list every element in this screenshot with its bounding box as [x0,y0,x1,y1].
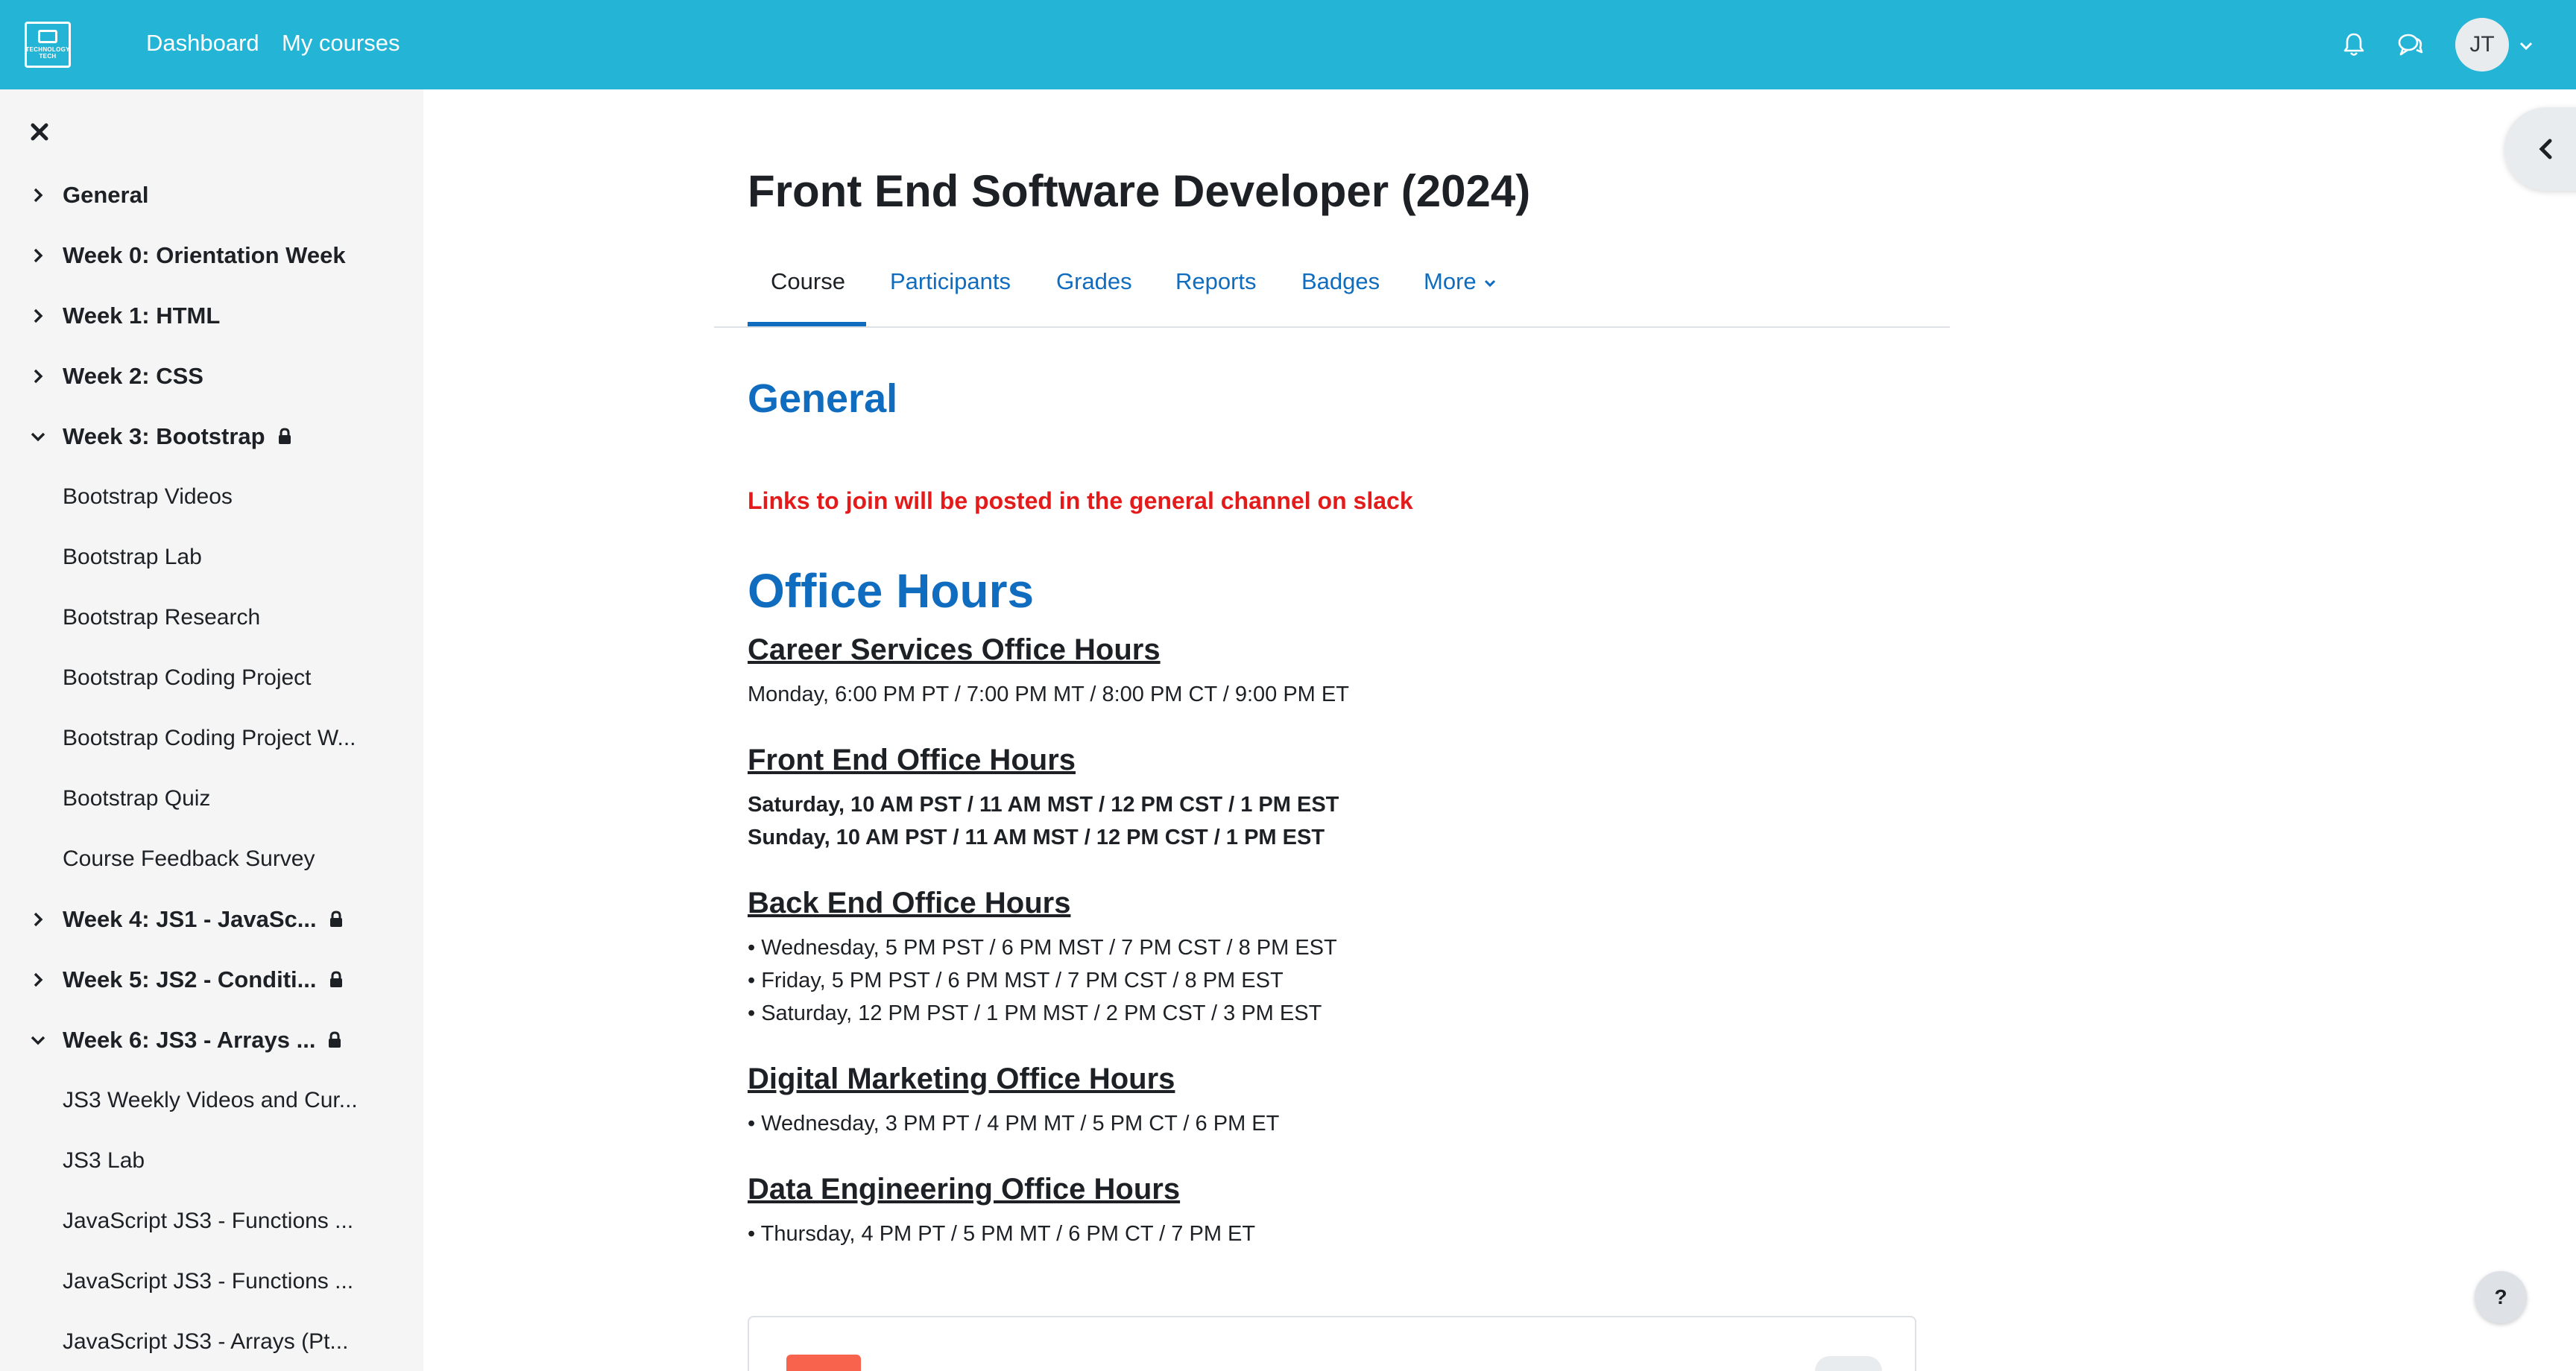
office-hours-time: • Saturday, 12 PM PST / 1 PM MST / 2 PM … [748,1001,1322,1025]
office-hours-subheading: Digital Marketing Office Hours [748,1063,1175,1095]
sidebar-item-label: Bootstrap Lab [63,545,202,569]
lock-icon [278,428,291,444]
page-title: Front End Software Developer (2024) [748,166,1531,216]
activity-item[interactable]: Bootstrap Videos [0,475,423,519]
chevron-down-icon[interactable] [28,427,48,446]
course-index-drawer: General Week 0: Orientation Week Week 1: H… [0,89,423,1371]
tab-participants[interactable]: Participants [890,268,1011,295]
section-item[interactable]: General [0,173,423,218]
activity-item[interactable]: JS3 Weekly Videos and Cur... [0,1078,423,1123]
section-item[interactable]: Week 5: JS2 - Conditi... [0,957,423,1002]
office-hours-time: • Thursday, 4 PM PT / 5 PM MT / 6 PM CT … [748,1222,1256,1246]
chevron-right-icon[interactable] [28,367,48,386]
office-hours-time: Sunday, 10 AM PST / 11 AM MST / 12 PM CS… [748,826,1325,849]
help-button[interactable]: ? [2475,1271,2527,1323]
activity-item[interactable]: JavaScript JS3 - Arrays (Pt... [0,1320,423,1364]
active-tab-indicator [748,322,866,326]
tab-more-label: More [1424,268,1477,294]
activity-item[interactable]: JavaScript JS3 - Functions ... [0,1199,423,1244]
office-hours-time: Monday, 6:00 PM PT / 7:00 PM MT / 8:00 P… [748,683,1349,706]
notifications-bell-icon[interactable] [2337,28,2370,61]
sidebar-item-label: JavaScript JS3 - Arrays (Pt... [63,1329,349,1354]
chevron-right-icon[interactable] [28,970,48,990]
chevron-right-icon[interactable] [28,186,48,205]
user-menu-chevron-down-icon[interactable] [2516,36,2536,55]
section-item[interactable]: Week 3: Bootstrap [0,414,423,459]
lock-icon [329,971,342,987]
office-hours-subheading: Front End Office Hours [748,744,1076,776]
activity-item[interactable]: Bootstrap Quiz [0,776,423,821]
section-item[interactable]: Week 6: JS3 - Arrays ... [0,1018,423,1063]
section-item[interactable]: Week 2: CSS [0,354,423,399]
section-heading-general: General [748,376,898,421]
nav-my-courses-link[interactable]: My courses [282,30,400,57]
activity-card[interactable] [748,1316,1916,1371]
section-item[interactable]: Week 4: JS1 - JavaSc... [0,897,423,942]
sidebar-item-label: JavaScript JS3 - Functions ... [63,1269,354,1294]
lock-icon [329,911,342,927]
activity-item[interactable]: Bootstrap Lab [0,535,423,580]
sidebar-item-label: Week 6: JS3 - Arrays ... [63,1027,316,1053]
sidebar-item-label: Bootstrap Coding Project [63,665,312,690]
tab-badges[interactable]: Badges [1301,268,1380,295]
section-item[interactable]: Week 0: Orientation Week [0,233,423,278]
logo-screen-icon [38,30,57,43]
chevron-right-icon[interactable] [28,306,48,326]
sidebar-item-label: JS3 Lab [63,1148,145,1173]
lock-icon [329,1031,341,1048]
sidebar-item-label: Bootstrap Coding Project W... [63,726,356,750]
chevron-right-icon[interactable] [28,246,48,265]
sidebar-item-label: JS3 Weekly Videos and Cur... [63,1088,358,1112]
sidebar-item-label: Course Feedback Survey [63,846,315,871]
sidebar-item-label: General [63,182,149,208]
activity-item[interactable]: Bootstrap Coding Project [0,656,423,700]
office-hours-time: • Wednesday, 3 PM PT / 4 PM MT / 5 PM CT… [748,1112,1280,1136]
office-hours-subheading: Back End Office Hours [748,887,1071,919]
sidebar-item-label: Week 4: JS1 - JavaSc... [63,906,317,932]
close-drawer-icon[interactable] [28,121,51,143]
office-hours-subheading: Data Engineering Office Hours [748,1173,1181,1206]
nav-dashboard-link[interactable]: Dashboard [146,30,259,57]
office-hours-time: • Wednesday, 5 PM PST / 6 PM MST / 7 PM … [748,936,1337,960]
slack-notice: Links to join will be posted in the gene… [748,487,1413,514]
section-item[interactable]: Week 1: HTML [0,294,423,338]
more-chevron-down-icon [1485,279,1496,287]
logo-text: TECHNOLOGY TECH [25,46,70,60]
site-logo[interactable]: TECHNOLOGY TECH [25,22,71,68]
activity-item[interactable]: Bootstrap Coding Project W... [0,716,423,761]
messages-chat-icon[interactable] [2394,28,2427,61]
chevron-left-icon [2539,139,2552,159]
activity-view-button[interactable] [1815,1356,1882,1371]
activity-item[interactable]: JavaScript JS3 - Functions ... [0,1259,423,1304]
tab-course[interactable]: Course [771,268,845,295]
open-block-drawer-button[interactable] [2504,107,2576,191]
top-navbar: TECHNOLOGY TECH Dashboard My courses JT [0,0,2576,89]
user-avatar[interactable]: JT [2455,18,2509,72]
chevron-right-icon[interactable] [28,910,48,929]
office-hours-time: Saturday, 10 AM PST / 11 AM MST / 12 PM … [748,793,1339,817]
tab-grades[interactable]: Grades [1056,268,1132,295]
activity-item[interactable]: JS3 Lab [0,1139,423,1183]
sidebar-item-label: Bootstrap Videos [63,484,233,509]
activity-item[interactable]: Course Feedback Survey [0,837,423,881]
sidebar-item-label: Week 2: CSS [63,363,203,389]
tab-reports[interactable]: Reports [1175,268,1257,295]
activity-icon [786,1355,861,1371]
office-hours-time: • Friday, 5 PM PST / 6 PM MST / 7 PM CST… [748,969,1284,992]
sidebar-item-label: Bootstrap Research [63,605,261,630]
sidebar-item-label: Week 3: Bootstrap [63,423,265,449]
office-hours-title: Office Hours [748,564,1035,618]
sidebar-item-label: Week 0: Orientation Week [63,242,346,268]
course-tabs: Course Participants Grades Reports Badge… [714,253,1950,328]
chevron-down-icon[interactable] [28,1030,48,1050]
office-hours-subheading: Career Services Office Hours [748,633,1161,666]
sidebar-item-label: Bootstrap Quiz [63,786,211,811]
sidebar-item-label: JavaScript JS3 - Functions ... [63,1209,354,1233]
activity-item[interactable]: Bootstrap Research [0,595,423,640]
sidebar-item-label: Week 1: HTML [63,303,221,329]
sidebar-item-label: Week 5: JS2 - Conditi... [63,966,317,992]
tab-more[interactable]: More [1424,268,1497,295]
